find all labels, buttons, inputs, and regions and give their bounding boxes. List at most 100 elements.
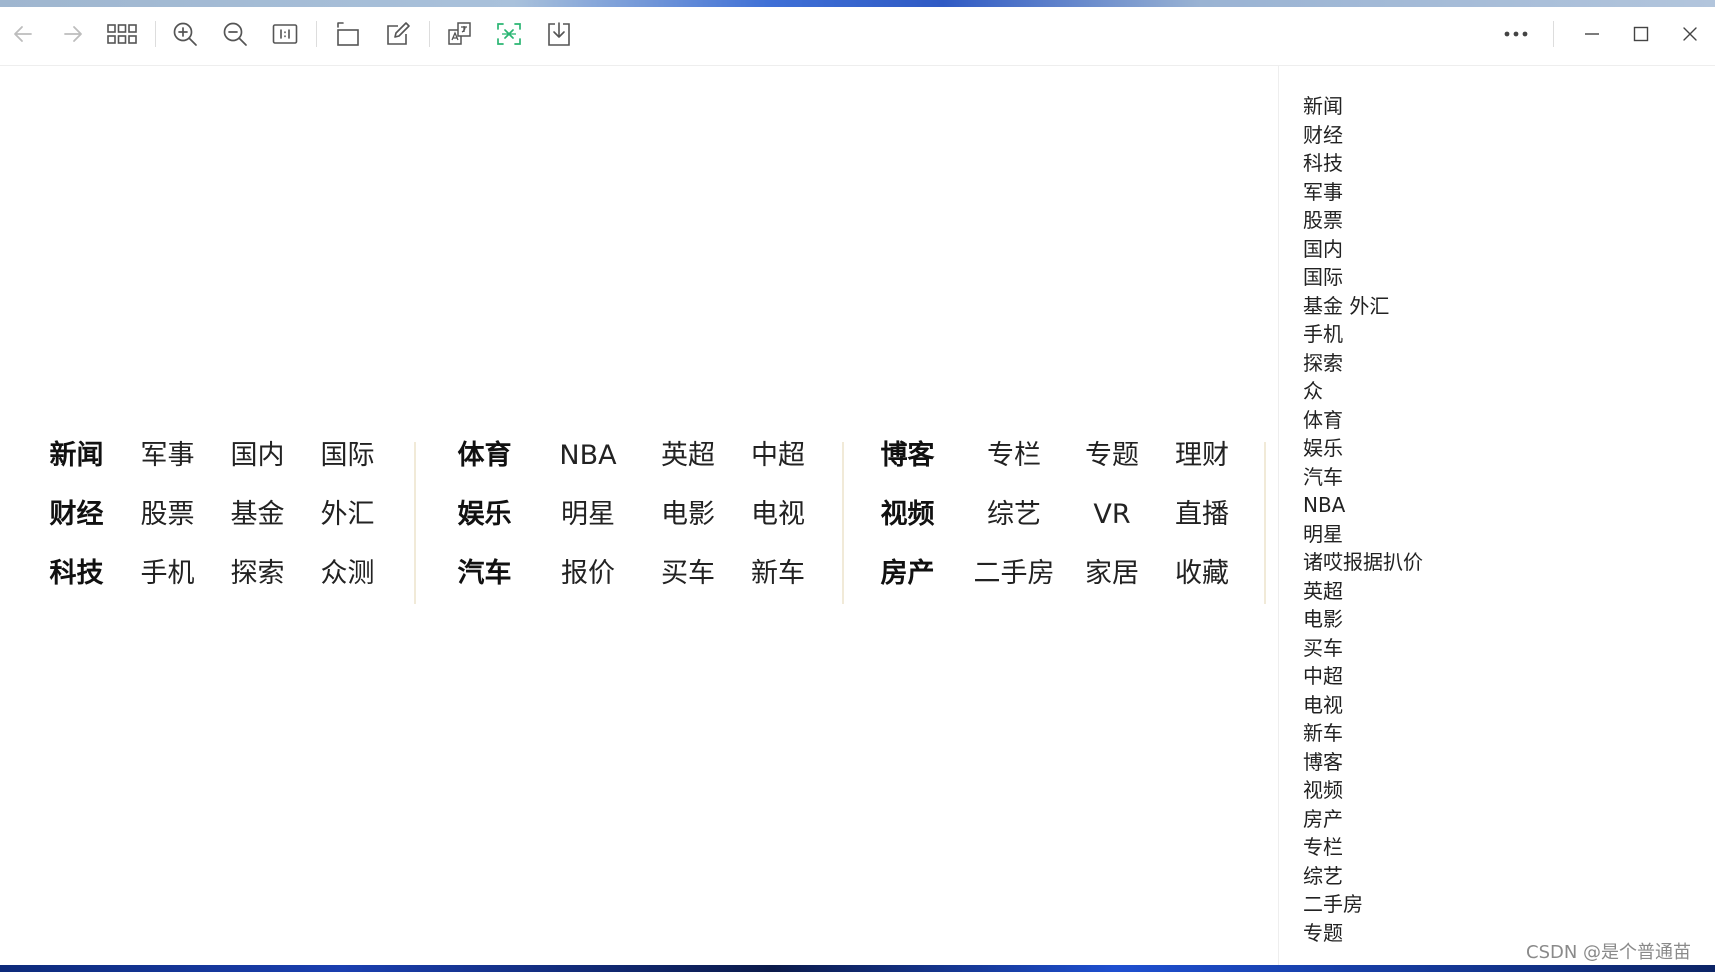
list-item[interactable]: 买车 <box>1303 634 1423 663</box>
list-item[interactable]: 科技 <box>1303 149 1423 178</box>
back-arrow-icon[interactable] <box>8 19 38 49</box>
nav-link[interactable]: 直播 <box>1167 495 1237 535</box>
nav-head[interactable]: 新闻 <box>44 436 109 476</box>
list-item[interactable]: 博客 <box>1303 748 1423 777</box>
nav-head[interactable]: 体育 <box>452 436 517 476</box>
nav-link[interactable]: 探索 <box>225 554 290 594</box>
list-item[interactable]: 探索 <box>1303 349 1423 378</box>
list-item[interactable]: 电影 <box>1303 605 1423 634</box>
list-item[interactable]: 手机 <box>1303 320 1423 349</box>
nav-link[interactable]: 英超 <box>653 436 723 476</box>
download-icon[interactable] <box>544 19 574 49</box>
nav-link[interactable]: NBA <box>553 436 623 476</box>
zoom-out-icon[interactable] <box>220 19 250 49</box>
list-item[interactable]: 体育 <box>1303 406 1423 435</box>
list-item[interactable]: 财经 <box>1303 121 1423 150</box>
nav-link[interactable]: 外汇 <box>315 495 380 535</box>
nav-link[interactable]: 收藏 <box>1167 554 1237 594</box>
list-item[interactable]: 英超 <box>1303 577 1423 606</box>
list-item[interactable]: 专栏 <box>1303 833 1423 862</box>
toolbar-separator <box>1553 21 1554 47</box>
toolbar <box>0 7 1715 66</box>
nav-link[interactable]: 综艺 <box>969 495 1059 535</box>
list-item[interactable]: 股票 <box>1303 206 1423 235</box>
nav-table: 新闻 军事 国内 国际 财经 股票 基金 外汇 科技 手机 探索 众测 体育 N… <box>0 436 1278 666</box>
list-item[interactable]: 诸哎报据扒价 <box>1303 548 1423 577</box>
list-item[interactable]: 国内 <box>1303 235 1423 264</box>
nav-link[interactable]: 电视 <box>743 495 813 535</box>
nav-link[interactable]: 理财 <box>1167 436 1237 476</box>
nav-link[interactable]: 国内 <box>225 436 290 476</box>
nav-head[interactable]: 财经 <box>44 495 109 535</box>
list-item[interactable]: 综艺 <box>1303 862 1423 891</box>
list-item[interactable]: 专题 <box>1303 919 1423 948</box>
nav-group-divider <box>842 442 844 604</box>
desktop-wallpaper-top <box>0 0 1715 7</box>
more-icon[interactable] <box>1501 19 1531 49</box>
list-item[interactable]: 中超 <box>1303 662 1423 691</box>
list-item[interactable]: NBA <box>1303 491 1423 520</box>
nav-link[interactable]: 专题 <box>1077 436 1147 476</box>
list-item[interactable]: 军事 <box>1303 178 1423 207</box>
toolbar-separator <box>155 21 156 47</box>
nav-link[interactable]: 家居 <box>1077 554 1147 594</box>
list-item[interactable]: 二手房 <box>1303 890 1423 919</box>
nav-link[interactable]: 新车 <box>743 554 813 594</box>
maximize-icon[interactable] <box>1626 19 1656 49</box>
nav-link[interactable]: 众测 <box>315 554 380 594</box>
nav-link[interactable]: 中超 <box>743 436 813 476</box>
edit-icon[interactable] <box>383 19 413 49</box>
list-item[interactable]: 汽车 <box>1303 463 1423 492</box>
list-item[interactable]: 视频 <box>1303 776 1423 805</box>
list-item[interactable]: 明星 <box>1303 520 1423 549</box>
nav-head[interactable]: 视频 <box>875 495 940 535</box>
list-item[interactable]: 娱乐 <box>1303 434 1423 463</box>
nav-head[interactable]: 科技 <box>44 554 109 594</box>
actual-size-icon[interactable] <box>270 19 300 49</box>
nav-group-sports: 体育 NBA 英超 中超 娱乐 明星 电影 电视 汽车 报价 买车 新车 <box>452 436 822 606</box>
list-item[interactable]: 房产 <box>1303 805 1423 834</box>
minimize-icon[interactable] <box>1577 19 1607 49</box>
list-item[interactable]: 新闻 <box>1303 92 1423 121</box>
desktop-wallpaper-bottom <box>0 965 1715 972</box>
grid-icon[interactable] <box>107 19 137 49</box>
nav-link[interactable]: 手机 <box>135 554 200 594</box>
list-item[interactable]: 电视 <box>1303 691 1423 720</box>
nav-link[interactable]: 电影 <box>653 495 723 535</box>
nav-group-blog: 博客 专栏 专题 理财 视频 综艺 VR 直播 房产 二手房 家居 收藏 <box>875 436 1245 606</box>
list-item[interactable]: 国际 <box>1303 263 1423 292</box>
nav-link[interactable]: 军事 <box>135 436 200 476</box>
nav-link[interactable]: 基金 <box>225 495 290 535</box>
image-canvas: 新闻 军事 国内 国际 财经 股票 基金 外汇 科技 手机 探索 众测 体育 N… <box>0 66 1278 965</box>
text-list-panel: 新闻 财经 科技 军事 股票 国内 国际 基金 外汇 手机 探索 众 体育 娱乐… <box>1278 66 1715 965</box>
text-list: 新闻 财经 科技 军事 股票 国内 国际 基金 外汇 手机 探索 众 体育 娱乐… <box>1303 92 1423 947</box>
list-item[interactable]: 众 <box>1303 377 1423 406</box>
nav-link[interactable]: 专栏 <box>969 436 1059 476</box>
zoom-in-icon[interactable] <box>170 19 200 49</box>
rotate-icon[interactable] <box>332 19 362 49</box>
nav-head[interactable]: 汽车 <box>452 554 517 594</box>
nav-link[interactable]: 报价 <box>553 554 623 594</box>
forward-arrow-icon[interactable] <box>58 19 88 49</box>
nav-link[interactable]: 二手房 <box>969 554 1059 594</box>
nav-head[interactable]: 博客 <box>875 436 940 476</box>
nav-group-news: 新闻 军事 国内 国际 财经 股票 基金 外汇 科技 手机 探索 众测 <box>44 436 384 606</box>
nav-head[interactable]: 房产 <box>875 554 940 594</box>
image-viewer-window: 新闻 军事 国内 国际 财经 股票 基金 外汇 科技 手机 探索 众测 体育 N… <box>0 0 1715 972</box>
list-item[interactable]: 基金 外汇 <box>1303 292 1423 321</box>
ocr-icon[interactable] <box>494 19 524 49</box>
close-icon[interactable] <box>1675 19 1705 49</box>
toolbar-separator <box>429 21 430 47</box>
nav-group-divider <box>1264 442 1266 604</box>
list-item[interactable]: 新车 <box>1303 719 1423 748</box>
nav-head[interactable]: 娱乐 <box>452 495 517 535</box>
nav-group-divider <box>414 442 416 604</box>
nav-link[interactable]: 股票 <box>135 495 200 535</box>
toolbar-separator <box>316 21 317 47</box>
nav-link[interactable]: 买车 <box>653 554 723 594</box>
nav-link[interactable]: 国际 <box>315 436 380 476</box>
nav-link[interactable]: 明星 <box>553 495 623 535</box>
nav-link[interactable]: VR <box>1077 495 1147 535</box>
watermark: CSDN @是个普通苗 <box>1526 942 1692 963</box>
translate-icon[interactable] <box>445 19 475 49</box>
